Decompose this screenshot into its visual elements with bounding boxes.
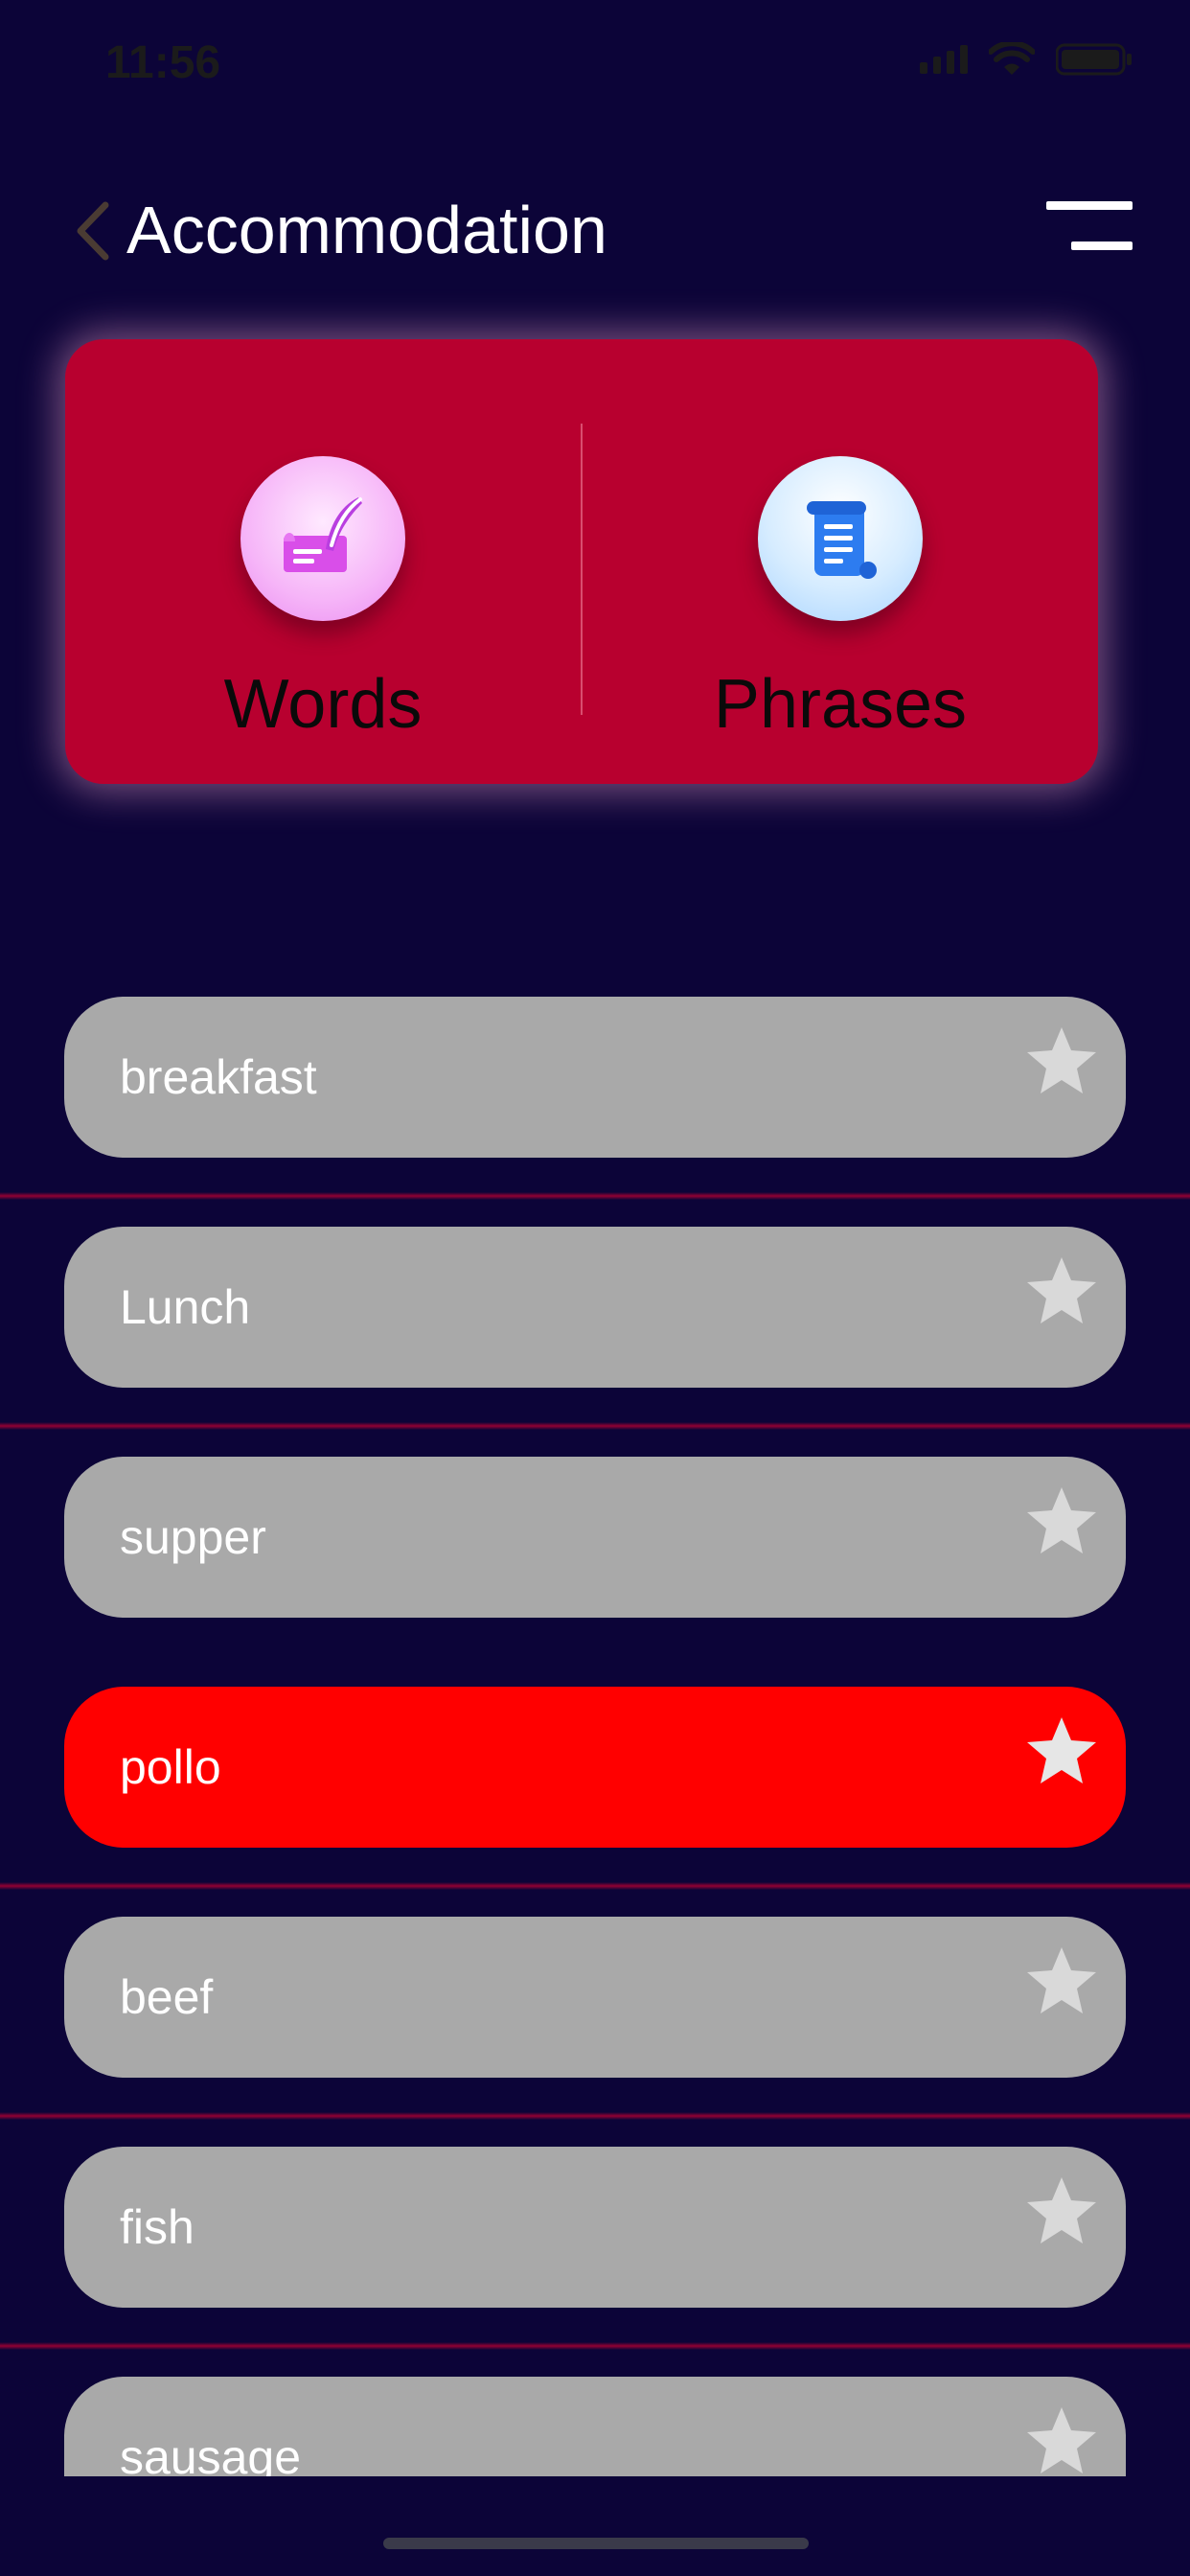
word-row-pollo[interactable]: pollo [64, 1687, 1126, 1848]
word-row-supper[interactable]: supper [64, 1457, 1126, 1618]
header: Accommodation [0, 163, 1190, 297]
row-separator [0, 1192, 1190, 1200]
phrases-label: Phrases [713, 666, 968, 743]
row-separator [0, 2112, 1190, 2120]
status-time: 11:56 [105, 37, 221, 88]
word-row-lunch[interactable]: Lunch [64, 1227, 1126, 1388]
menu-button[interactable] [1046, 180, 1133, 250]
word-text: pollo [120, 1740, 221, 1794]
phrases-mode-button[interactable]: Phrases [583, 339, 1098, 784]
word-list[interactable]: breakfast Lunch supper pollo beef fish s… [0, 997, 1190, 2476]
mode-selector-card: Words Phrases [65, 339, 1098, 784]
star-icon[interactable] [1024, 1024, 1099, 1098]
word-text: beef [120, 1970, 214, 2024]
menu-icon [1046, 201, 1133, 210]
word-text: breakfast [120, 1050, 317, 1104]
star-icon[interactable] [1024, 1714, 1099, 1788]
word-text: supper [120, 1510, 266, 1564]
scroll-icon [807, 501, 877, 579]
star-icon[interactable] [1024, 1484, 1099, 1558]
quill-paper-icon [284, 497, 362, 572]
word-text: sausage [120, 2430, 302, 2476]
back-button[interactable] [69, 197, 117, 264]
wifi-icon [989, 42, 1035, 75]
signal-icon [920, 45, 968, 74]
status-icons [920, 42, 1133, 77]
word-text: fish [120, 2200, 195, 2254]
star-icon[interactable] [1024, 2174, 1099, 2248]
star-icon[interactable] [1024, 2404, 1099, 2476]
star-icon[interactable] [1024, 1254, 1099, 1328]
row-separator [0, 1422, 1190, 1430]
page-title: Accommodation [126, 193, 607, 267]
home-indicator[interactable] [383, 2538, 809, 2549]
word-row-fish[interactable]: fish [64, 2147, 1126, 2308]
phrases-icon [758, 456, 923, 621]
words-icon [240, 456, 405, 621]
word-row-beef[interactable]: beef [64, 1917, 1126, 2078]
word-row-sausage[interactable]: sausage [64, 2377, 1126, 2476]
words-mode-button[interactable]: Words [65, 339, 581, 784]
word-row-breakfast[interactable]: breakfast [64, 997, 1126, 1158]
status-bar: 11:56 [0, 0, 1190, 134]
row-separator [0, 1882, 1190, 1890]
chevron-left-icon [77, 201, 109, 261]
row-separator [0, 2342, 1190, 2350]
word-text: Lunch [120, 1280, 251, 1334]
words-label: Words [223, 666, 423, 743]
star-icon[interactable] [1024, 1944, 1099, 2018]
battery-icon [1056, 43, 1132, 76]
